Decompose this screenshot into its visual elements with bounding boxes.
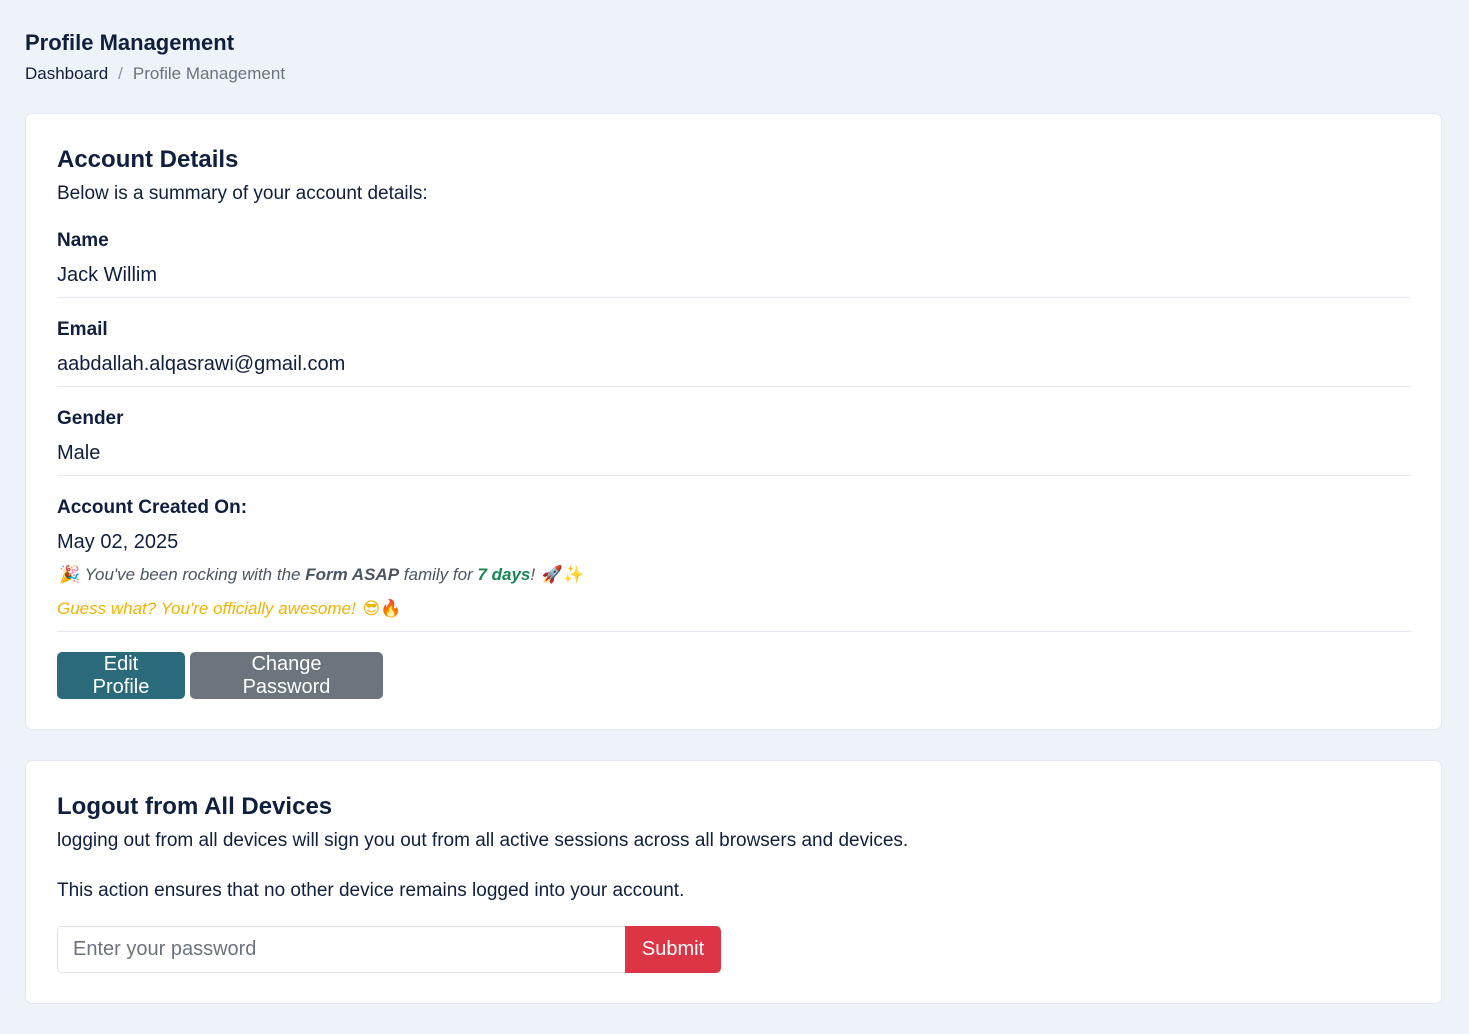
tenure-days: 7 days (477, 565, 531, 584)
field-name-label: Name (57, 230, 109, 251)
field-created-on-label: Account Created On: (57, 497, 248, 518)
field-created-on-value: May 02, 2025 (57, 531, 179, 553)
account-actions: Edit ProfileChange Password (57, 652, 383, 699)
rocket-sparkles-icon: 🚀✨ (541, 565, 585, 584)
tenure-prefix: You've been rocking with the (84, 565, 306, 584)
logout-description: logging out from all devices will sign y… (57, 830, 909, 851)
awesome-text: Guess what? You're officially awesome! (57, 599, 356, 618)
field-gender-value: Male (57, 442, 101, 464)
logout-note: This action ensures that no other device… (57, 880, 685, 901)
field-email-label: Email (57, 319, 108, 340)
field-name: Name Jack Willim (57, 228, 1411, 298)
logout-all-devices-card: Logout from All Devices logging out from… (25, 760, 1442, 1004)
change-password-button[interactable]: Change Password (190, 652, 383, 699)
field-created-on: Account Created On: May 02, 2025 🎉 You'v… (57, 495, 1411, 632)
field-name-value: Jack Willim (57, 264, 157, 286)
sunglasses-fire-icon: 😎🔥 (362, 599, 402, 618)
breadcrumb-dashboard-link[interactable]: Dashboard (25, 62, 108, 86)
account-details-subtitle: Below is a summary of your account detai… (57, 183, 428, 204)
password-input[interactable] (57, 926, 625, 973)
logout-title: Logout from All Devices (57, 793, 333, 820)
tenure-brand: Form ASAP (305, 565, 400, 584)
tenure-middle: family for (399, 565, 478, 584)
account-details-title: Account Details (57, 146, 239, 173)
breadcrumb: Dashboard / Profile Management (25, 62, 285, 86)
field-email: Email aabdallah.alqasrawi@gmail.com (57, 317, 1411, 387)
page-title: Profile Management (25, 30, 235, 55)
awesome-message: Guess what? You're officially awesome! 😎… (57, 597, 1411, 621)
party-popper-icon: 🎉 (59, 565, 81, 584)
logout-form: Submit (57, 926, 721, 973)
field-email-value: aabdallah.alqasrawi@gmail.com (57, 353, 346, 375)
field-gender: Gender Male (57, 406, 1411, 476)
tenure-message: 🎉 You've been rocking with the Form ASAP… (57, 563, 1411, 587)
tenure-suffix: ! (530, 565, 536, 584)
submit-button[interactable]: Submit (625, 926, 721, 973)
breadcrumb-current: Profile Management (132, 64, 286, 83)
field-gender-label: Gender (57, 408, 124, 429)
breadcrumb-separator: / (118, 64, 123, 83)
page-header: Profile Management Dashboard / Profile M… (25, 28, 285, 86)
edit-profile-button[interactable]: Edit Profile (57, 652, 185, 699)
account-details-card: Account Details Below is a summary of yo… (25, 113, 1442, 730)
